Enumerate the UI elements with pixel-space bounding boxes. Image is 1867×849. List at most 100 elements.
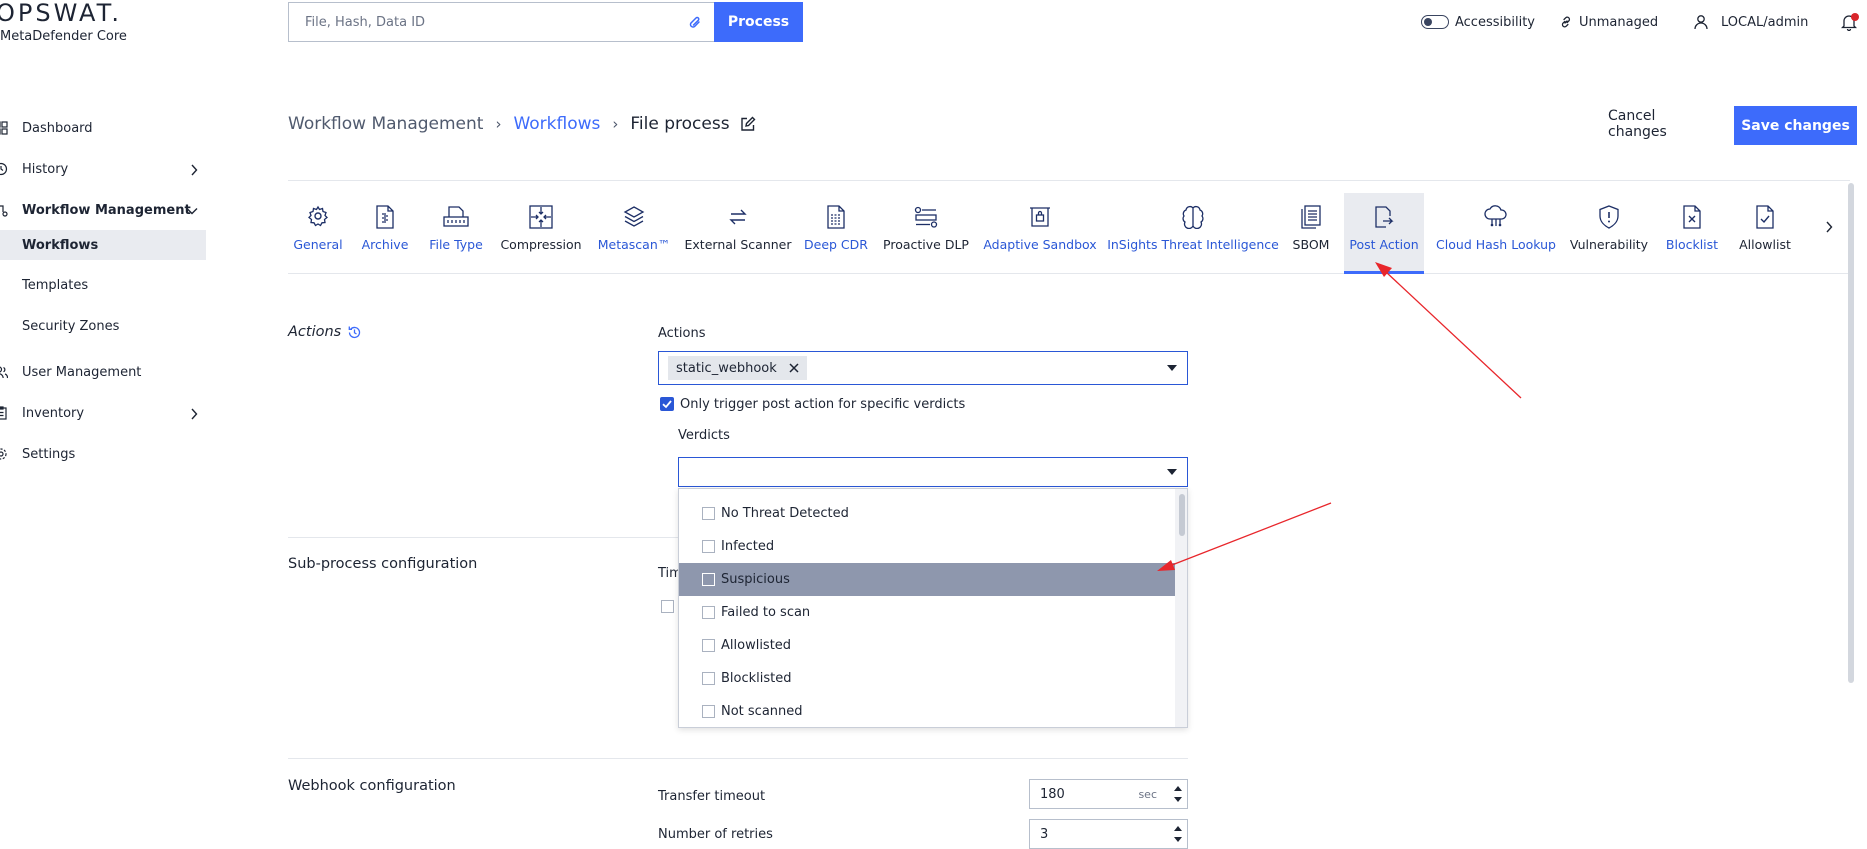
notifications-button[interactable]	[1841, 10, 1859, 34]
tab-allowlist[interactable]: Allowlist	[1734, 193, 1796, 273]
chevron-right-icon	[190, 164, 198, 176]
transfer-timeout-label: Transfer timeout	[658, 789, 766, 804]
verdict-option-suspicious[interactable]: Suspicious	[679, 563, 1176, 596]
sidebar-item-security-zones[interactable]: Security Zones	[0, 311, 206, 341]
cancel-changes-button[interactable]: Cancel changes	[1608, 108, 1718, 140]
save-changes-button[interactable]: Save changes	[1734, 106, 1857, 145]
actions-field-label: Actions	[658, 326, 706, 341]
accessibility-toggle[interactable]: Accessibility	[1421, 10, 1535, 34]
tab-compression[interactable]: Compression	[500, 193, 582, 273]
transfer-timeout-input[interactable]: 180 sec	[1029, 779, 1188, 809]
sidebar-item-settings[interactable]: Settings	[0, 439, 206, 469]
option-label: Not scanned	[721, 704, 803, 719]
sidebar-item-label: Workflow Management	[22, 202, 191, 218]
edit-icon[interactable]	[740, 116, 756, 132]
verdict-option-allowlisted[interactable]: Allowlisted	[679, 629, 1176, 662]
verdicts-multiselect[interactable]	[678, 457, 1188, 487]
tab-metascan[interactable]: Metascan™	[596, 193, 672, 273]
sidebar-item-dashboard[interactable]: Dashboard	[0, 113, 206, 143]
sidebar-item-history[interactable]: History	[0, 154, 206, 184]
tab-cloud-hash-lookup[interactable]: Cloud Hash Lookup	[1436, 193, 1556, 273]
archive-file-icon	[375, 205, 395, 229]
history-icon[interactable]	[347, 325, 362, 340]
option-label: Failed to scan	[721, 605, 811, 620]
bell-icon	[1841, 12, 1859, 31]
sidebar-item-inventory[interactable]: Inventory	[0, 398, 206, 428]
tab-proactive-dlp[interactable]: Proactive DLP	[883, 193, 969, 273]
tab-file-type[interactable]: File Type	[422, 193, 490, 273]
tabs-scroll-right-button[interactable]	[1814, 212, 1844, 242]
process-button[interactable]: Process	[714, 2, 803, 42]
tab-adaptive-sandbox[interactable]: Adaptive Sandbox	[983, 193, 1097, 273]
specific-verdicts-checkbox-row[interactable]: Only trigger post action for specific ve…	[660, 395, 965, 413]
chip-label: static_webhook	[676, 360, 777, 376]
user-label: LOCAL/admin	[1721, 14, 1809, 30]
page-scrollbar-thumb[interactable]	[1848, 183, 1854, 683]
tab-insights-threat-intelligence[interactable]: InSights Threat Intelligence	[1107, 193, 1279, 273]
notification-dot	[1851, 12, 1859, 21]
compression-icon	[529, 205, 553, 229]
tab-post-action[interactable]: Post Action	[1344, 193, 1424, 274]
dropdown-scrollbar[interactable]	[1175, 489, 1187, 727]
transfer-timeout-unit: sec	[1138, 788, 1157, 801]
chevron-right-icon: ›	[612, 115, 619, 133]
user-icon	[1693, 14, 1709, 30]
checkbox[interactable]	[702, 705, 715, 718]
breadcrumb-parent[interactable]: Workflows	[513, 114, 600, 134]
checkbox[interactable]	[702, 639, 715, 652]
grid-icon	[0, 121, 8, 135]
gear-icon	[307, 205, 329, 229]
sidebar-item-label: Templates	[22, 277, 89, 293]
tab-deep-cdr[interactable]: Deep CDR	[804, 193, 868, 273]
checkbox-checked[interactable]	[660, 397, 674, 411]
tab-vulnerability[interactable]: Vulnerability	[1568, 193, 1650, 273]
actions-multiselect[interactable]: static_webhook	[658, 351, 1188, 385]
checkbox[interactable]	[702, 573, 715, 586]
tab-blocklist[interactable]: Blocklist	[1662, 193, 1722, 273]
dropdown-scrollbar-thumb[interactable]	[1179, 494, 1185, 536]
chevron-down-icon	[186, 207, 198, 215]
retries-input[interactable]: 3	[1029, 819, 1188, 849]
sandbox-icon	[1029, 205, 1051, 229]
checkbox[interactable]	[702, 606, 715, 619]
sidebar-item-workflows[interactable]: Workflows	[0, 230, 206, 260]
checkbox[interactable]	[702, 672, 715, 685]
workflow-icon	[0, 203, 8, 217]
tab-external-scanner[interactable]: External Scanner	[685, 193, 792, 273]
sidebar-item-templates[interactable]: Templates	[0, 270, 206, 300]
verdict-option-failed-to-scan[interactable]: Failed to scan	[679, 596, 1176, 629]
verdict-option-blocklisted[interactable]: Blocklisted	[679, 662, 1176, 695]
subprocess-section-title: Sub-process configuration	[288, 556, 478, 572]
tab-archive[interactable]: Archive	[358, 193, 412, 273]
subprocess-checkbox[interactable]	[661, 600, 674, 613]
blocklist-icon	[1682, 205, 1702, 229]
search-input[interactable]	[289, 3, 669, 41]
layers-icon	[623, 205, 645, 229]
paperclip-icon[interactable]	[688, 15, 702, 31]
verdict-option-not-scanned[interactable]: Not scanned	[679, 695, 1176, 727]
option-label: Suspicious	[721, 572, 790, 587]
verdicts-label: Verdicts	[678, 428, 730, 443]
sidebar-item-label: Inventory	[22, 405, 85, 421]
product-name: MetaDefender Core	[0, 29, 127, 44]
number-stepper-icon[interactable]	[1173, 823, 1183, 845]
verdict-option-no-threat-detected[interactable]: No Threat Detected	[679, 497, 1176, 530]
number-stepper-icon[interactable]	[1173, 783, 1183, 805]
breadcrumb-root[interactable]: Workflow Management	[288, 114, 483, 134]
unmanaged-link[interactable]: Unmanaged	[1559, 10, 1658, 34]
users-icon	[0, 365, 8, 379]
tab-general[interactable]: General	[288, 193, 348, 273]
sidebar-item-user-management[interactable]: User Management	[0, 357, 206, 387]
selected-action-chip: static_webhook	[668, 356, 807, 380]
verdict-option-infected[interactable]: Infected	[679, 530, 1176, 563]
close-icon[interactable]	[789, 363, 799, 373]
swap-arrows-icon	[728, 205, 748, 229]
checkbox[interactable]	[702, 540, 715, 553]
sidebar-item-label: User Management	[22, 364, 142, 380]
user-menu[interactable]: LOCAL/admin	[1693, 10, 1808, 34]
checkbox[interactable]	[702, 507, 715, 520]
sidebar-item-workflow-management[interactable]: Workflow Management	[0, 195, 206, 225]
caret-down-icon	[1167, 469, 1177, 475]
tab-sbom[interactable]: SBOM	[1288, 193, 1334, 273]
sidebar-item-label: Security Zones	[22, 318, 120, 334]
